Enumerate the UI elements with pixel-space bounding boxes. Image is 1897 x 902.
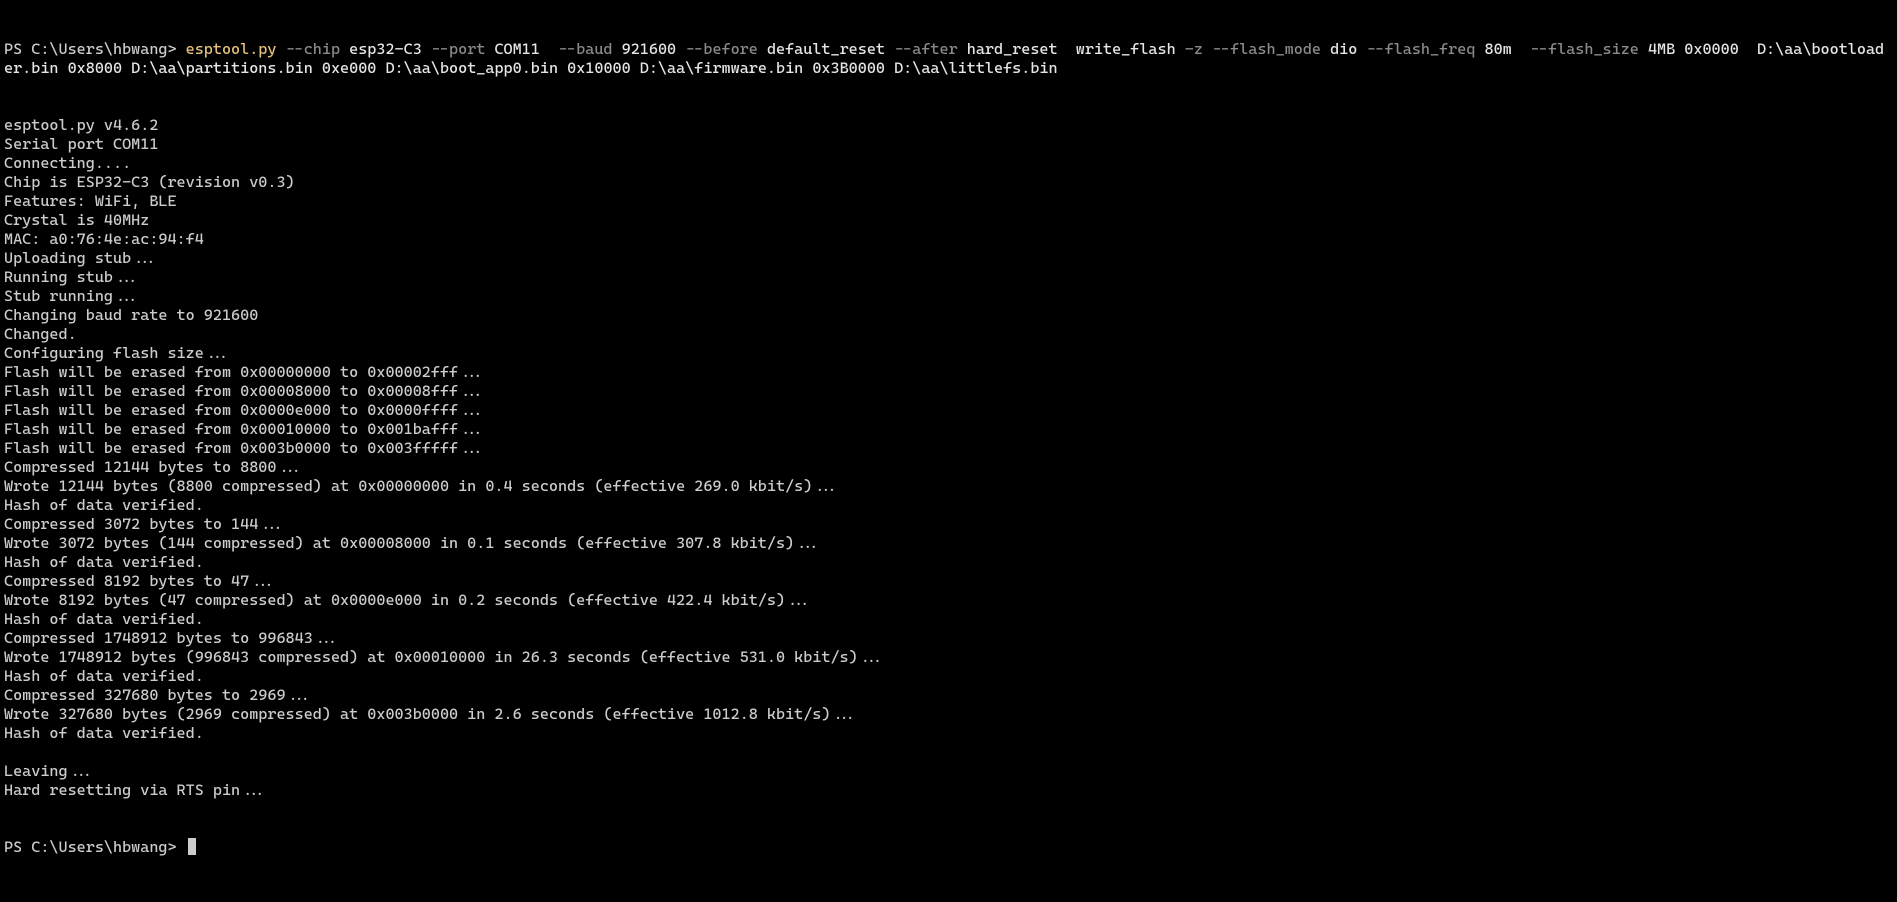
output-line: Wrote 1748912 bytes (996843 compressed) … (4, 648, 1893, 667)
cursor[interactable] (188, 838, 196, 855)
output-line: MAC: a0:76:4e:ac:94:f4 (4, 230, 1893, 249)
command-line-2[interactable]: PS C:\Users\hbwang> (4, 838, 1893, 857)
cmd-segment: hard_reset (967, 40, 1058, 58)
output-line: Chip is ESP32-C3 (revision v0.3) (4, 173, 1893, 192)
prompt-prefix: PS C:\Users\hbwang> (4, 838, 186, 856)
cmd-segment: write_flash (1058, 40, 1176, 58)
output-line: Stub running... (4, 287, 1893, 306)
cmd-segment: --before (676, 40, 767, 58)
output-line: Configuring flash size... (4, 344, 1893, 363)
output-line: esptool.py v4.6.2 (4, 116, 1893, 135)
cmd-segment: esp32-C3 (349, 40, 422, 58)
output-line: Hash of data verified. (4, 610, 1893, 629)
output-line: Hash of data verified. (4, 667, 1893, 686)
output-line: Compressed 12144 bytes to 8800... (4, 458, 1893, 477)
cmd-segment: --flash_size (1512, 40, 1648, 58)
output-line: Wrote 12144 bytes (8800 compressed) at 0… (4, 477, 1893, 496)
cmd-segment: D:\aa\littlefs.bin (885, 59, 1058, 77)
output-line: Compressed 3072 bytes to 144... (4, 515, 1893, 534)
cmd-segment: dio (1330, 40, 1357, 58)
output-line: Uploading stub... (4, 249, 1893, 268)
output-line: Changed. (4, 325, 1893, 344)
terminal-output[interactable]: PS C:\Users\hbwang> esptool.py --chip es… (0, 0, 1897, 880)
cmd-segment: 0x3B0000 (812, 59, 885, 77)
output-line: Compressed 327680 bytes to 2969... (4, 686, 1893, 705)
cmd-segment: --flash_freq (1357, 40, 1484, 58)
output-line: Flash will be erased from 0x00008000 to … (4, 382, 1893, 401)
cmd-segment: 80m (1484, 40, 1511, 58)
output-line: Leaving... (4, 762, 1893, 781)
cmd-segment: COM11 (494, 40, 539, 58)
cmd-segment: D:\aa\firmware.bin (631, 59, 813, 77)
cmd-segment: 0x8000 (68, 59, 123, 77)
cmd-segment: D:\aa\boot_app0.bin (376, 59, 567, 77)
output-line: Changing baud rate to 921600 (4, 306, 1893, 325)
cmd-segment: 921600 (622, 40, 677, 58)
cmd-segment: D:\aa\partitions.bin (122, 59, 322, 77)
cmd-segment: 0x10000 (567, 59, 631, 77)
output-line: Flash will be erased from 0x00010000 to … (4, 420, 1893, 439)
output-line: Wrote 3072 bytes (144 compressed) at 0x0… (4, 534, 1893, 553)
cmd-segment: esptool.py (186, 40, 277, 58)
cmd-segment: --port (422, 40, 495, 58)
command-line-1: PS C:\Users\hbwang> esptool.py --chip es… (4, 40, 1893, 78)
output-line: Flash will be erased from 0x003b0000 to … (4, 439, 1893, 458)
output-line: Hash of data verified. (4, 724, 1893, 743)
output-line: Hard resetting via RTS pin... (4, 781, 1893, 800)
output-line (4, 743, 1893, 762)
cmd-segment: --after (885, 40, 967, 58)
output-line: Compressed 8192 bytes to 47... (4, 572, 1893, 591)
output-line: Features: WiFi, BLE (4, 192, 1893, 211)
cmd-segment: --chip (276, 40, 349, 58)
output-line: Wrote 327680 bytes (2969 compressed) at … (4, 705, 1893, 724)
output-line: Compressed 1748912 bytes to 996843... (4, 629, 1893, 648)
output-line: Flash will be erased from 0x0000e000 to … (4, 401, 1893, 420)
prompt-prefix: PS C:\Users\hbwang> (4, 40, 186, 58)
output-line: Flash will be erased from 0x00000000 to … (4, 363, 1893, 382)
output-line: Running stub... (4, 268, 1893, 287)
output-line: Crystal is 40MHz (4, 211, 1893, 230)
output-line: Serial port COM11 (4, 135, 1893, 154)
output-line: Wrote 8192 bytes (47 compressed) at 0x00… (4, 591, 1893, 610)
output-line: Connecting.... (4, 154, 1893, 173)
cmd-segment: --baud (540, 40, 622, 58)
cmd-segment: 0xe000 (322, 59, 377, 77)
output-line: Hash of data verified. (4, 553, 1893, 572)
cmd-segment: 4MB 0x0000 (1648, 40, 1739, 58)
cmd-segment: -z --flash_mode (1176, 40, 1330, 58)
cmd-segment: default_reset (767, 40, 885, 58)
output-line: Hash of data verified. (4, 496, 1893, 515)
